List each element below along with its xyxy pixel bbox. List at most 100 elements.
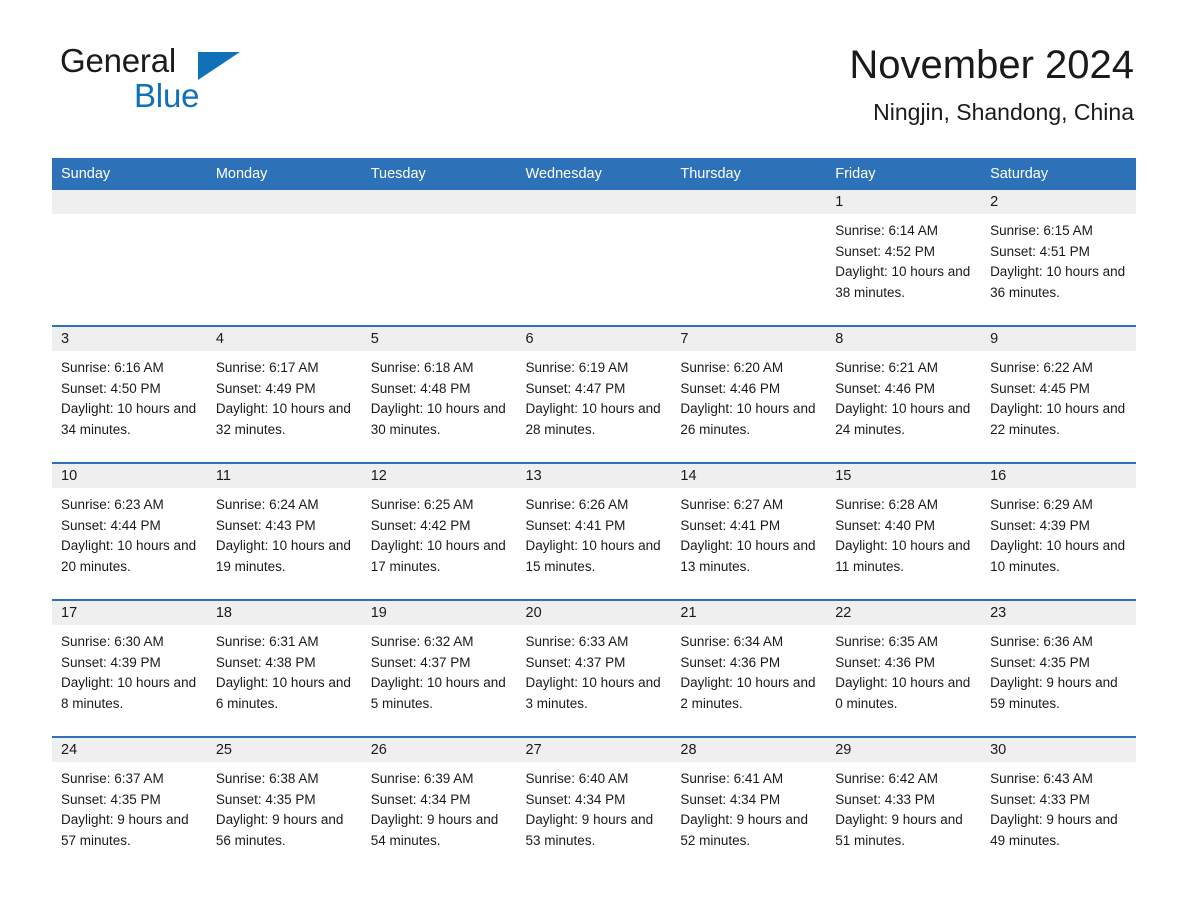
calendar-day-cell[interactable]: 26 Sunrise: 6:39 AM Sunset: 4:34 PM Dayligh… [361,736,517,873]
calendar-day-cell[interactable]: 15 Sunrise: 6:28 AM Sunset: 4:40 PM Dayligh… [826,462,982,600]
sunset-text: Sunset: 4:33 PM [990,791,1090,807]
day-number: 8 [826,327,982,351]
sunrise-text: Sunrise: 6:23 AM [61,497,164,512]
sunrise-text: Sunrise: 6:19 AM [525,360,629,375]
day-number: 15 [826,464,982,488]
weekday-header-thursday: Thursday [671,158,827,190]
calendar-day-cell[interactable]: 11 Sunrise: 6:24 AM Sunset: 4:43 PM Dayligh… [206,462,362,600]
day-number: 12 [361,464,517,488]
day-details: Sunrise: 6:31 AM Sunset: 4:38 PM Daylight:… [207,625,362,714]
calendar-day-cell[interactable]: 3 Sunrise: 6:16 AM Sunset: 4:50 PM Daylight… [52,325,207,463]
day-number: 18 [206,601,362,625]
calendar-day-cell[interactable]: 16 Sunrise: 6:29 AM Sunset: 4:39 PM Dayligh… [981,462,1136,600]
weekday-header-friday: Friday [826,158,982,190]
calendar-day-cell[interactable]: 6 Sunrise: 6:19 AM Sunset: 4:47 PM Daylight… [516,325,672,463]
day-details: Sunrise: 6:15 AM Sunset: 4:51 PM Daylight:… [981,214,1136,303]
calendar-day-cell[interactable]: 20 Sunrise: 6:33 AM Sunset: 4:37 PM Dayligh… [516,599,672,737]
calendar-day-cell[interactable]: 19 Sunrise: 6:32 AM Sunset: 4:37 PM Dayligh… [361,599,517,737]
daylight-text: Daylight: 9 hours and 53 minutes. [525,812,654,848]
sunrise-text: Sunrise: 6:29 AM [990,497,1093,512]
day-number: 22 [826,601,982,625]
sunrise-text: Sunrise: 6:34 AM [680,634,784,649]
daylight-text: Daylight: 9 hours and 57 minutes. [61,812,189,848]
sunset-text: Sunset: 4:51 PM [990,243,1090,259]
sunset-text: Sunset: 4:37 PM [525,654,626,670]
day-number: 26 [361,738,517,762]
calendar-day-cell[interactable]: 25 Sunrise: 6:38 AM Sunset: 4:35 PM Dayligh… [206,736,362,873]
sunrise-text: Sunrise: 6:28 AM [835,497,939,512]
daylight-text: Daylight: 9 hours and 49 minutes. [990,812,1118,848]
calendar-day-cell[interactable]: 7 Sunrise: 6:20 AM Sunset: 4:46 PM Daylight… [671,325,827,463]
sunset-text: Sunset: 4:34 PM [525,791,626,807]
calendar-week-row: 1 Sunrise: 6:14 AM Sunset: 4:52 PM Daylight… [52,190,1136,326]
weekday-header-monday: Monday [206,158,362,190]
daylight-text: Daylight: 10 hours and 20 minutes. [61,538,197,574]
calendar-grid: Sunday Monday Tuesday Wednesday Thursday… [52,158,1136,873]
day-details: Sunrise: 6:30 AM Sunset: 4:39 PM Daylight:… [52,625,207,714]
calendar-day-cell[interactable]: 13 Sunrise: 6:26 AM Sunset: 4:41 PM Dayligh… [516,462,672,600]
calendar-day-cell[interactable]: 5 Sunrise: 6:18 AM Sunset: 4:48 PM Daylight… [361,325,517,463]
calendar-day-cell-empty [52,190,207,326]
daylight-text: Daylight: 10 hours and 38 minutes. [835,264,971,300]
daylight-text: Daylight: 9 hours and 52 minutes. [680,812,808,848]
sunrise-text: Sunrise: 6:33 AM [525,634,629,649]
calendar-day-cell[interactable]: 8 Sunrise: 6:21 AM Sunset: 4:46 PM Daylight… [826,325,982,463]
day-details: Sunrise: 6:23 AM Sunset: 4:44 PM Daylight:… [52,488,207,577]
weekday-header-saturday: Saturday [981,158,1136,190]
calendar-day-cell[interactable]: 17 Sunrise: 6:30 AM Sunset: 4:39 PM Dayligh… [52,599,207,737]
day-number: 19 [361,601,517,625]
calendar-day-cell[interactable]: 30 Sunrise: 6:43 AM Sunset: 4:33 PM Dayligh… [981,736,1136,873]
calendar-day-cell[interactable]: 21 Sunrise: 6:34 AM Sunset: 4:36 PM Dayligh… [671,599,827,737]
sunset-text: Sunset: 4:42 PM [370,517,471,533]
calendar-day-cell[interactable]: 24 Sunrise: 6:37 AM Sunset: 4:35 PM Dayligh… [52,736,207,873]
calendar-day-cell[interactable]: 23 Sunrise: 6:36 AM Sunset: 4:35 PM Dayligh… [981,599,1136,737]
daylight-text: Daylight: 10 hours and 32 minutes. [215,401,351,437]
calendar-day-cell[interactable]: 29 Sunrise: 6:42 AM Sunset: 4:33 PM Dayligh… [826,736,982,873]
sunset-text: Sunset: 4:44 PM [61,517,161,533]
day-details: Sunrise: 6:26 AM Sunset: 4:41 PM Daylight:… [517,488,672,577]
calendar-day-cell[interactable]: 12 Sunrise: 6:25 AM Sunset: 4:42 PM Dayligh… [361,462,517,600]
day-details: Sunrise: 6:29 AM Sunset: 4:39 PM Daylight:… [981,488,1136,577]
daylight-text: Daylight: 10 hours and 2 minutes. [680,675,816,711]
calendar-day-cell[interactable]: 22 Sunrise: 6:35 AM Sunset: 4:36 PM Dayligh… [826,599,982,737]
sunrise-text: Sunrise: 6:18 AM [370,360,474,375]
sunset-text: Sunset: 4:41 PM [525,517,626,533]
day-details: Sunrise: 6:21 AM Sunset: 4:46 PM Daylight:… [826,351,981,440]
sunrise-text: Sunrise: 6:35 AM [835,634,939,649]
calendar-day-cell[interactable]: 9 Sunrise: 6:22 AM Sunset: 4:45 PM Daylight… [981,325,1136,463]
sunrise-text: Sunrise: 6:16 AM [61,360,164,375]
sunset-text: Sunset: 4:36 PM [835,654,936,670]
day-number: 2 [981,190,1136,214]
calendar-day-cell[interactable]: 28 Sunrise: 6:41 AM Sunset: 4:34 PM Dayligh… [671,736,827,873]
calendar-week-row: 10 Sunrise: 6:23 AM Sunset: 4:44 PM Dayligh… [52,462,1136,600]
day-details: Sunrise: 6:35 AM Sunset: 4:36 PM Daylight:… [826,625,981,714]
daylight-text: Daylight: 10 hours and 5 minutes. [370,675,506,711]
sunrise-text: Sunrise: 6:30 AM [61,634,164,649]
day-number: 24 [52,738,207,762]
calendar-day-cell[interactable]: 18 Sunrise: 6:31 AM Sunset: 4:38 PM Dayligh… [206,599,362,737]
sunrise-text: Sunrise: 6:36 AM [990,634,1093,649]
daylight-text: Daylight: 10 hours and 17 minutes. [370,538,506,574]
sunrise-text: Sunrise: 6:40 AM [525,771,629,786]
calendar-day-cell[interactable]: 4 Sunrise: 6:17 AM Sunset: 4:49 PM Daylight… [206,325,362,463]
daylight-text: Daylight: 10 hours and 8 minutes. [61,675,197,711]
sunrise-text: Sunrise: 6:22 AM [990,360,1093,375]
sunset-text: Sunset: 4:49 PM [215,380,316,396]
sunrise-text: Sunrise: 6:38 AM [215,771,319,786]
sunset-text: Sunset: 4:39 PM [61,654,161,670]
calendar-day-cell[interactable]: 14 Sunrise: 6:27 AM Sunset: 4:41 PM Dayligh… [671,462,827,600]
calendar-day-cell[interactable]: 27 Sunrise: 6:40 AM Sunset: 4:34 PM Dayligh… [516,736,672,873]
day-details: Sunrise: 6:40 AM Sunset: 4:34 PM Daylight:… [517,762,672,851]
sunset-text: Sunset: 4:47 PM [525,380,626,396]
day-number: 9 [981,327,1136,351]
sunset-text: Sunset: 4:36 PM [680,654,781,670]
daylight-text: Daylight: 10 hours and 36 minutes. [990,264,1126,300]
day-number: 16 [981,464,1136,488]
calendar-day-cell[interactable]: 2 Sunrise: 6:15 AM Sunset: 4:51 PM Daylight… [981,190,1136,326]
day-details: Sunrise: 6:38 AM Sunset: 4:35 PM Daylight:… [207,762,362,851]
day-number: 4 [206,327,362,351]
calendar-week-row: 3 Sunrise: 6:16 AM Sunset: 4:50 PM Daylight… [52,325,1136,463]
page-title: November 2024 [849,43,1134,87]
calendar-day-cell[interactable]: 10 Sunrise: 6:23 AM Sunset: 4:44 PM Dayligh… [52,462,207,600]
calendar-day-cell[interactable]: 1 Sunrise: 6:14 AM Sunset: 4:52 PM Daylight… [826,190,982,326]
